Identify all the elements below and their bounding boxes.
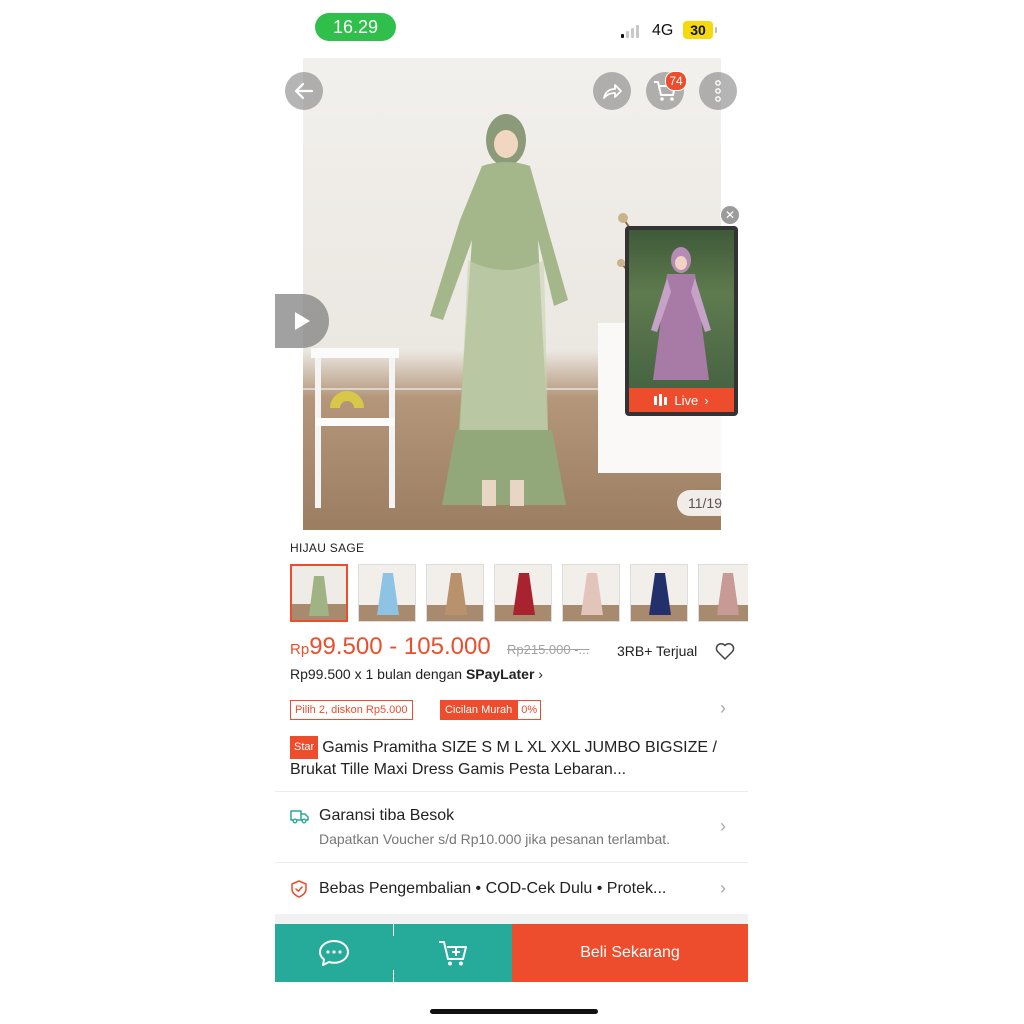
paylater-brand: SPayLater [465,666,535,682]
chat-icon [319,940,349,966]
signal-icon [621,24,639,38]
back-button[interactable] [285,72,323,110]
promo-bundle-tag[interactable]: Pilih 2, diskon Rp5.000 [290,700,413,720]
variant-list [290,564,748,622]
original-price: Rp215.000 -... [507,642,590,657]
installment-label: Cicilan Murah [440,700,518,720]
cart-count-badge: 74 [665,71,687,91]
network-type: 4G [652,22,674,39]
live-bars-icon [654,394,668,406]
arrow-left-icon [294,82,314,100]
live-label: Live [674,392,699,408]
close-icon: ✕ [724,208,736,222]
chevron-right-icon[interactable]: › [720,698,726,719]
shipping-subtitle: Dapatkan Voucher s/d Rp10.000 jika pesan… [319,831,671,847]
chevron-right-icon: › [704,392,709,408]
more-button[interactable] [699,72,737,110]
live-button[interactable]: Live › [629,388,734,412]
status-time: 16.29 [315,13,396,41]
favorite-button[interactable] [715,642,735,665]
price-value: 99.500 - 105.000 [309,633,491,660]
installment-rate: 0% [517,700,542,720]
product-title: Star Gamis Pramitha SIZE S M L XL XXL JUM… [290,736,740,780]
variant-thumb-mocca[interactable] [426,564,484,622]
shipping-title: Garansi tiba Besok [319,807,455,824]
selected-variant-label: HIJAU SAGE [290,541,365,555]
play-video-button[interactable] [275,294,329,348]
chevron-right-icon: › [720,816,726,836]
chevron-right-icon: › [534,666,543,682]
cart-plus-icon [439,941,467,966]
sold-count: 3RB+ Terjual [617,643,698,659]
play-icon [295,312,310,330]
share-button[interactable] [593,72,631,110]
stool-decor [311,348,399,508]
battery-icon: 30 [683,21,717,39]
promo-installment-tag[interactable]: Cicilan Murah 0% [440,700,542,720]
variant-thumb-rose[interactable] [698,564,748,622]
more-vertical-icon [715,80,721,102]
live-thumbnail [629,230,734,388]
star-badge: Star [290,736,319,759]
bottom-action-bar: Beli Sekarang [275,924,748,982]
home-indicator [430,1009,598,1014]
live-preview[interactable]: Live › [625,226,738,416]
paylater-text: Rp99.500 x 1 bulan dengan [290,666,466,682]
divider [275,791,748,792]
paylater-info[interactable]: Rp99.500 x 1 bulan dengan SPayLater › [290,666,543,682]
guarantee-text: Bebas Pengembalian • COD-Cek Dulu • Prot… [319,880,667,897]
variant-thumb-dusty-pink[interactable] [562,564,620,622]
variant-thumb-light-blue[interactable] [358,564,416,622]
heart-icon [715,643,735,660]
variant-thumb-navy[interactable] [630,564,688,622]
product-title-text: Gamis Pramitha SIZE S M L XL XXL JUMBO B… [290,739,717,778]
model-figure [430,114,568,506]
shield-check-icon [291,880,307,898]
buy-now-button[interactable]: Beli Sekarang [512,924,748,982]
chat-button[interactable] [275,924,393,982]
variant-thumb-maroon[interactable] [494,564,552,622]
section-separator [275,914,748,924]
product-screen: 16.29 4G 30 74 ✕ Live › 11/19 HIJAU SAGE… [275,0,748,1024]
price-currency: Rp [290,641,310,658]
image-counter: 11/19 [677,490,733,516]
add-to-cart-button[interactable] [394,924,512,982]
divider [275,862,748,863]
share-icon [603,84,622,99]
price-range: Rp99.500 - 105.000 [290,633,491,661]
variant-thumb-sage[interactable] [290,564,348,622]
live-close-button[interactable]: ✕ [720,205,740,225]
truck-icon [290,810,309,824]
chevron-right-icon: › [720,878,726,898]
